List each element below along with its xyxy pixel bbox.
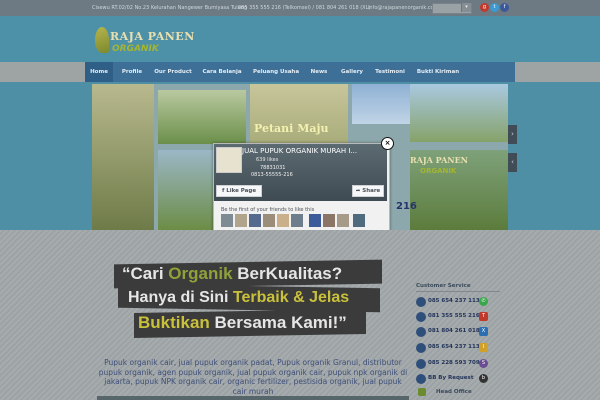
phone-text: 085 355 555 216 (Telkomsel) / 081 804 26… — [238, 5, 371, 11]
nav-peluang-usaha[interactable]: Peluang Usaha — [251, 62, 301, 82]
slide-sign-number: 216 — [396, 201, 417, 212]
nav-profile[interactable]: Profile — [117, 62, 147, 82]
google-plus-icon[interactable]: g — [480, 3, 489, 12]
logo-leaf-icon[interactable] — [95, 27, 109, 53]
slide-caption: Petani Maju — [254, 122, 329, 135]
fb-page-likes: 639 likes — [256, 157, 279, 163]
phone-icon — [416, 312, 426, 322]
friend-avatar[interactable] — [221, 214, 233, 227]
phone-icon — [416, 297, 426, 307]
nav-bukti-kiriman[interactable]: Bukti Kiriman — [414, 62, 462, 82]
whatsapp-icon: ✆ — [479, 297, 488, 306]
phone-icon — [416, 359, 426, 369]
nav-testimoni[interactable]: Testimoni — [372, 62, 408, 82]
friend-avatar[interactable] — [323, 214, 335, 227]
logo-subtitle[interactable]: ORGANIK — [112, 44, 159, 54]
banner-line-1: “Cari Organik BerKualitas? — [122, 264, 342, 284]
banner-text: Hanya di Sini — [128, 289, 233, 306]
slider-prev-arrow-icon[interactable]: ‹ — [508, 153, 517, 172]
slider-next-arrow-icon[interactable]: › — [508, 125, 517, 144]
indosat-icon: I — [479, 343, 488, 352]
slide-sign-subtitle: ORGANIK — [420, 167, 457, 175]
friend-avatar[interactable] — [337, 214, 349, 227]
bottom-image-strip — [97, 396, 409, 400]
banner-line-2: Hanya di Sini Terbaik & Jelas — [128, 289, 349, 307]
close-popup-icon[interactable]: × — [381, 137, 394, 150]
top-info-bar: Cisewu RT.02/02 No.23 Kelurahan Nangewer… — [0, 0, 600, 16]
site-header — [0, 16, 600, 62]
banner-highlight: Terbaik & Jelas — [232, 289, 350, 306]
friend-avatar[interactable] — [235, 214, 247, 227]
address-text: Cisewu RT.02/02 No.23 Kelurahan Nangewer… — [92, 5, 248, 11]
cover-phone-1: 78831031 — [260, 165, 286, 171]
share-label: Share — [362, 188, 381, 194]
friend-avatar[interactable] — [263, 214, 275, 227]
cover-phone-2: 0813-55555-216 — [251, 172, 293, 178]
cs-number: 081 804 261 018 — [428, 328, 480, 334]
bbm-icon: b — [479, 374, 488, 383]
nav-home[interactable]: Home — [85, 62, 113, 82]
head-office-label: Head Office — [436, 389, 472, 395]
divider — [416, 291, 500, 292]
phone-icon — [416, 343, 426, 353]
like-page-label: Like Page — [226, 188, 257, 194]
friend-avatar[interactable] — [353, 214, 365, 227]
banner-text: “Cari — [122, 264, 169, 283]
telkomsel-icon: T — [479, 312, 488, 321]
banner-highlight: Buktikan — [138, 313, 210, 332]
facebook-icon[interactable]: f — [500, 3, 509, 12]
share-button[interactable]: ➦ Share — [352, 185, 384, 197]
xl-icon: X — [479, 327, 488, 336]
banner-text: Bersama Kami!” — [209, 313, 347, 332]
like-page-button[interactable]: f Like Page — [216, 185, 262, 197]
banner-highlight: Organik — [168, 264, 233, 283]
nav-our-product[interactable]: Our Product — [151, 62, 195, 82]
friend-avatar[interactable] — [291, 214, 303, 227]
friend-avatar[interactable] — [277, 214, 289, 227]
page-thumbnail[interactable] — [216, 147, 242, 173]
search-icon[interactable]: ▾ — [461, 3, 471, 12]
banner-text: BerKualitas? — [232, 264, 343, 283]
banner-line-3: Buktikan Bersama Kami!” — [138, 313, 347, 333]
twitter-icon[interactable]: t — [490, 3, 499, 12]
slide-photo — [92, 84, 154, 230]
cs-number: 085 654 237 113 — [428, 344, 480, 350]
friend-avatar[interactable] — [249, 214, 261, 227]
friend-avatar[interactable] — [309, 214, 321, 227]
customer-service-title: Customer Service — [416, 283, 471, 289]
slide-sign-title: RAJA PANEN — [410, 155, 468, 165]
nav-news[interactable]: News — [307, 62, 331, 82]
logo-title[interactable]: RAJA PANEN — [110, 30, 195, 43]
friends-text: Be the first of your friends to like thi… — [221, 207, 315, 213]
blackberry-icon — [416, 374, 426, 384]
cs-number: 085 654 237 113 — [428, 298, 480, 304]
email-text[interactable]: info@rajapanenorganik.com — [368, 5, 439, 11]
cs-number: 085 228 593 709 — [428, 360, 480, 366]
seo-description: Pupuk organik cair, jual pupuk organik p… — [98, 358, 408, 396]
cs-number: BB By Request — [428, 375, 474, 381]
slide-photo — [410, 84, 508, 142]
smartfren-icon: S — [479, 359, 488, 368]
cs-number: 081 355 555 216 — [428, 313, 480, 319]
phone-icon — [416, 327, 426, 337]
nav-cara-belanja[interactable]: Cara Belanja — [199, 62, 245, 82]
fb-page-title[interactable]: JUAL PUPUK ORGANIK MURAH I... — [242, 147, 357, 155]
nav-gallery[interactable]: Gallery — [337, 62, 367, 82]
home-icon — [418, 388, 426, 396]
slide-photo — [158, 90, 246, 144]
slide-photo — [352, 84, 410, 124]
main-nav: Home Profile Our Product Cara Belanja Pe… — [85, 62, 515, 82]
